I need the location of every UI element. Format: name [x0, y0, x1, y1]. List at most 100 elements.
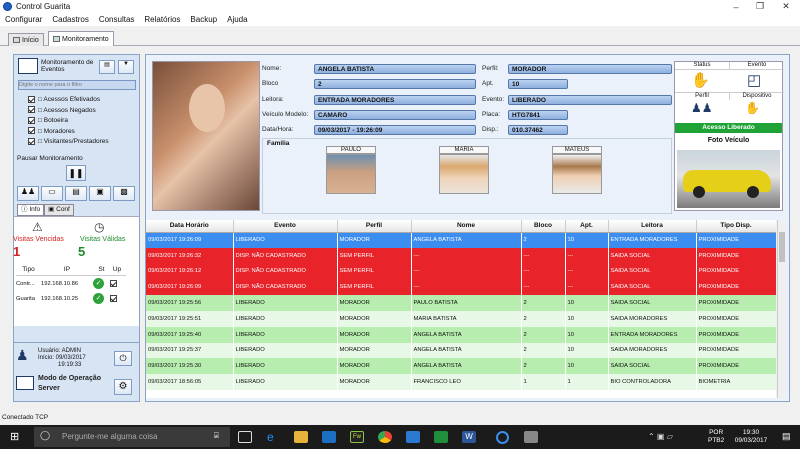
- fireworks-icon[interactable]: Fw: [350, 431, 364, 443]
- up-checkbox[interactable]: [110, 279, 117, 287]
- people-icon[interactable]: ♟♟: [17, 186, 39, 201]
- app-icon-2[interactable]: [434, 431, 448, 443]
- table-cell: SEM PERFIL: [337, 263, 412, 280]
- table-cell: 2: [521, 295, 566, 311]
- filter-item[interactable]: □ Visitantes/Prestadores: [28, 137, 109, 148]
- book-icon[interactable]: ▭: [41, 186, 63, 201]
- table-cell: 09/03/2017 19:26:12: [146, 263, 234, 280]
- menu-cadastros[interactable]: Cadastros: [47, 15, 93, 24]
- app-icon: [3, 2, 12, 11]
- table-row[interactable]: 09/03/2017 19:26:09 DISP. NÃO CADASTRADO S…: [146, 279, 776, 296]
- thumbs-up-icon: ✋: [691, 72, 710, 89]
- col-header[interactable]: Data Horário: [146, 220, 234, 233]
- explorer-icon[interactable]: [294, 431, 308, 443]
- family-member-card[interactable]: MATEUS: [552, 146, 602, 194]
- menu-relatorios[interactable]: Relatórios: [139, 15, 185, 24]
- close-icon[interactable]: ✕: [775, 0, 797, 13]
- device-row[interactable]: Contr... 192.168.10.86 ✓: [16, 276, 126, 291]
- col-header[interactable]: Nome: [411, 220, 522, 233]
- camera-icon[interactable]: ▤: [65, 186, 87, 201]
- table-row[interactable]: 09/03/2017 19:26:12 DISP. NÃO CADASTRADO S…: [146, 263, 776, 280]
- veiculo-value: CAMARO: [314, 110, 476, 120]
- word-icon[interactable]: W: [462, 431, 476, 443]
- col-header[interactable]: Apt.: [565, 220, 609, 233]
- datahora-value: 09/03/2017 - 19:26:09: [314, 125, 476, 135]
- task-view-icon[interactable]: [238, 431, 252, 443]
- table-cell: 10: [565, 326, 609, 343]
- col-header[interactable]: Evento: [233, 220, 338, 233]
- up-checkbox[interactable]: [110, 294, 117, 302]
- apt-label: Apt.: [482, 80, 494, 87]
- tab-monitoramento[interactable]: Monitoramento: [48, 31, 114, 46]
- tab-strip: Início Monitoramento: [0, 30, 800, 46]
- chrome-icon[interactable]: [378, 431, 392, 443]
- title-bar: Control Guarita – ❐ ✕: [0, 0, 800, 13]
- cortana-search[interactable]: ◯ Pergunte-me alguma coisa ⍯: [34, 427, 230, 447]
- app-icon-1[interactable]: [406, 431, 420, 443]
- table-row[interactable]: 09/03/2017 19:26:09 LIBERADO MORADOR ANGELA…: [146, 232, 776, 248]
- col-header[interactable]: Perfil: [337, 220, 412, 233]
- pause-button[interactable]: ❚❚: [66, 165, 86, 181]
- notification-icon[interactable]: ▤: [782, 431, 791, 442]
- table-cell: PROXIMIDADE: [696, 326, 776, 343]
- tray-icons[interactable]: ⌃ ▣ ▱: [648, 432, 673, 441]
- family-member-card[interactable]: MARIA: [439, 146, 489, 194]
- col-header[interactable]: Bloco: [521, 220, 566, 233]
- table-row[interactable]: 09/03/2017 19:25:40 LIBERADO MORADOR ANGELA…: [146, 326, 776, 343]
- list-view-button[interactable]: ▤: [99, 60, 115, 74]
- family-member-photo: [439, 154, 489, 194]
- minimize-icon[interactable]: –: [725, 0, 747, 13]
- table-cell: 09/03/2017 18:56:05: [146, 374, 234, 390]
- menu-configurar[interactable]: Configurar: [0, 15, 47, 24]
- menu-consultas[interactable]: Consultas: [94, 15, 140, 24]
- checkbox-checked-icon[interactable]: [28, 137, 35, 145]
- app-icon-3[interactable]: [524, 431, 538, 443]
- checkbox-checked-icon[interactable]: [28, 127, 35, 135]
- tab-inicio[interactable]: Início: [8, 33, 44, 46]
- table-row[interactable]: 09/03/2017 19:25:56 LIBERADO MORADOR PAULO …: [146, 295, 776, 311]
- filter-item[interactable]: □ Moradores: [28, 127, 109, 138]
- device-row[interactable]: Guarita 192.168.10.25 ✓: [16, 291, 126, 306]
- clock[interactable]: 19:30 09/03/2017: [732, 429, 770, 445]
- table-row[interactable]: 09/03/2017 19:25:51 LIBERADO MORADOR MARIA …: [146, 310, 776, 327]
- table-row[interactable]: 09/03/2017 19:26:32 DISP. NÃO CADASTRADO S…: [146, 247, 776, 264]
- table-row[interactable]: 09/03/2017 19:25:37 LIBERADO MORADOR ANGELA…: [146, 342, 776, 359]
- table-row[interactable]: 09/03/2017 19:25:30 LIBERADO MORADOR ANGELA…: [146, 358, 776, 375]
- family-member-name: PAULO: [326, 146, 376, 154]
- status-label: Status: [675, 62, 729, 70]
- card-icon[interactable]: ▣: [89, 186, 111, 201]
- family-member-card[interactable]: PAULO: [326, 146, 376, 194]
- table-row[interactable]: 09/03/2017 18:56:05 LIBERADO MORADOR FRANCI…: [146, 374, 776, 390]
- logout-button[interactable]: ⏻: [114, 351, 132, 366]
- search-icon: ◯: [40, 430, 51, 440]
- vehicle-photo: [677, 150, 780, 208]
- menu-backup[interactable]: Backup: [185, 15, 222, 24]
- subtab-conf[interactable]: ▣ Conf: [44, 204, 74, 216]
- filter-item[interactable]: □ Acessos Efetivados: [28, 95, 109, 106]
- filter-item[interactable]: □ Botoeira: [28, 116, 109, 127]
- settings-button[interactable]: ⚙: [114, 379, 132, 395]
- maximize-icon[interactable]: ❐: [749, 0, 771, 13]
- checkbox-checked-icon[interactable]: [28, 106, 35, 114]
- grid-scrollbar[interactable]: [777, 220, 786, 398]
- checkbox-checked-icon[interactable]: [28, 95, 35, 103]
- power-icon: ⏻: [119, 353, 127, 363]
- evento-status-label: Evento: [729, 62, 784, 70]
- control-guarita-taskbar-icon[interactable]: [496, 431, 509, 444]
- table-cell: MORADOR: [337, 232, 412, 248]
- edge-icon[interactable]: e: [267, 431, 281, 443]
- windows-start-icon[interactable]: ⊞: [10, 431, 22, 443]
- col-header[interactable]: Leitora: [608, 220, 697, 233]
- language-indicator[interactable]: POR PTB2: [708, 429, 724, 445]
- filter-item[interactable]: □ Acessos Negados: [28, 106, 109, 117]
- store-icon[interactable]: [322, 431, 336, 443]
- table-cell: SAIDA SOCIAL: [608, 263, 697, 280]
- col-header[interactable]: Tipo Disp.: [696, 220, 776, 233]
- checkbox-checked-icon[interactable]: [28, 116, 35, 124]
- filter-clear-button[interactable]: ▼: [118, 60, 134, 74]
- chart-icon[interactable]: ▩: [113, 186, 135, 201]
- scrollbar-thumb[interactable]: [779, 232, 785, 262]
- filter-input[interactable]: [18, 80, 136, 90]
- subtab-info[interactable]: ⓘ Info: [17, 204, 45, 216]
- menu-ajuda[interactable]: Ajuda: [222, 15, 252, 24]
